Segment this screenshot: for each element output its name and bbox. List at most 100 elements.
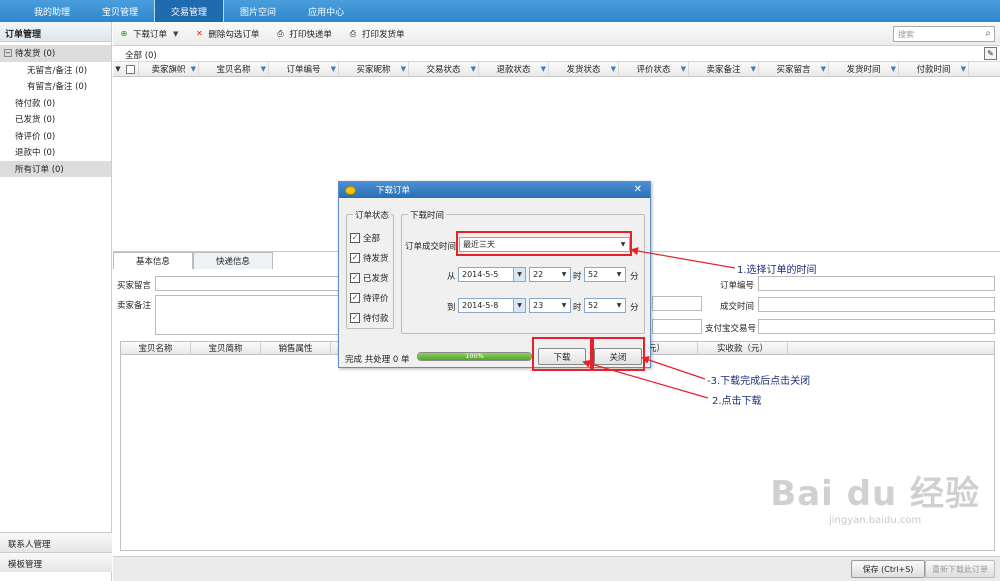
- col-ship-status[interactable]: 发货状态 ▼: [549, 62, 619, 76]
- edit-icon[interactable]: ✎: [984, 47, 997, 60]
- search-icon[interactable]: ⌕: [985, 28, 991, 39]
- filter-icon[interactable]: ▼: [611, 65, 616, 73]
- filter-icon[interactable]: ▼: [681, 65, 686, 73]
- tree-item-all-orders[interactable]: 所有订单 (0): [0, 160, 111, 177]
- watermark-url: jingyan.baidu.com: [828, 515, 922, 526]
- tree-item-shipped[interactable]: 已发货 (0): [0, 111, 111, 128]
- chevron-down-icon[interactable]: ▼: [513, 299, 525, 312]
- to-date-picker[interactable]: 2014-5-8 ▼: [458, 298, 526, 313]
- chevron-down-icon[interactable]: ▼: [173, 30, 178, 38]
- tree-item-pending-pay[interactable]: 待付款 (0): [0, 95, 111, 112]
- expand-col: ▼: [113, 62, 123, 76]
- nav-tab-assistant[interactable]: 我的助理: [18, 0, 86, 22]
- from-date-picker[interactable]: 2014-5-5 ▼: [458, 267, 526, 282]
- col-seller-note[interactable]: 卖家备注 ▼: [689, 62, 759, 76]
- tree-item-no-message[interactable]: 无留言/备注 (0): [0, 62, 111, 79]
- col-received[interactable]: 实收款（元）: [698, 342, 788, 354]
- chevron-down-icon[interactable]: ▼: [115, 65, 120, 73]
- highlight-time-select: [456, 231, 632, 256]
- filter-icon[interactable]: ▼: [891, 65, 896, 73]
- status-checkbox-all[interactable]: ✓ 全部: [350, 232, 380, 244]
- col-buyer-message[interactable]: 买家留言 ▼: [759, 62, 829, 76]
- contacts-manage-link[interactable]: 联系人管理: [0, 532, 112, 552]
- to-hour-select[interactable]: 23 ▼: [529, 298, 571, 313]
- col-product-name[interactable]: 宝贝名称: [121, 342, 191, 354]
- template-manage-link[interactable]: 模板管理: [0, 552, 112, 572]
- col-sales-attr[interactable]: 销售属性: [261, 342, 331, 354]
- field-box-partial-2[interactable]: [652, 319, 702, 334]
- status-checkbox-pending-review[interactable]: ✓ 待评价: [350, 292, 389, 304]
- checkbox-checked[interactable]: ✓: [350, 313, 360, 323]
- filter-icon[interactable]: ▼: [401, 65, 406, 73]
- filter-icon[interactable]: ▼: [261, 65, 266, 73]
- nav-tab-items[interactable]: 宝贝管理: [86, 0, 154, 22]
- from-hour-select[interactable]: 22 ▼: [529, 267, 571, 282]
- download-icon: ⊕: [120, 29, 128, 38]
- print-express-button[interactable]: ⎙ 打印快递单: [275, 28, 332, 40]
- chevron-down-icon[interactable]: ▼: [558, 299, 570, 312]
- col-seller-flag[interactable]: 卖家旗帜 ▼: [139, 62, 199, 76]
- col-paid[interactable]: 元）: [648, 342, 698, 354]
- col-review-status[interactable]: 评价状态 ▼: [619, 62, 689, 76]
- print-invoice-button[interactable]: ⎙ 打印发货单: [348, 28, 405, 40]
- chevron-down-icon[interactable]: ▼: [558, 268, 570, 281]
- filter-icon[interactable]: ▼: [821, 65, 826, 73]
- deal-time-field[interactable]: [758, 297, 995, 312]
- filter-icon[interactable]: ▼: [471, 65, 476, 73]
- hour-unit-label: 时: [573, 272, 582, 282]
- save-button[interactable]: 保存 (Ctrl+S): [851, 560, 925, 578]
- nav-tab-trade[interactable]: 交易管理: [154, 0, 225, 22]
- detail-tabs: 基本信息 快递信息: [113, 252, 273, 269]
- chevron-down-icon[interactable]: ▼: [513, 268, 525, 281]
- col-trade-status[interactable]: 交易状态 ▼: [409, 62, 479, 76]
- seller-note-field[interactable]: [155, 295, 341, 335]
- tree-item-has-message[interactable]: 有留言/备注 (0): [0, 78, 111, 95]
- buyer-message-field[interactable]: [155, 276, 341, 291]
- deal-time-label: 成交时间: [720, 302, 755, 312]
- col-buyer-nick[interactable]: 买家昵称 ▼: [339, 62, 409, 76]
- search-input[interactable]: 搜索 ⌕: [893, 26, 995, 42]
- tree-item-refunding[interactable]: 退款中 (0): [0, 144, 111, 161]
- nav-tab-apps[interactable]: 应用中心: [292, 0, 360, 22]
- tree-item-pending-review[interactable]: 待评价 (0): [0, 128, 111, 145]
- order-no-field[interactable]: [758, 276, 995, 291]
- chevron-down-icon[interactable]: ▼: [613, 299, 625, 312]
- col-order-no[interactable]: 订单编号 ▼: [269, 62, 339, 76]
- checkbox-checked[interactable]: ✓: [350, 273, 360, 283]
- tree-item-label: 有留言/备注 (0): [27, 82, 88, 93]
- watermark-logo: Bai du 经验: [770, 474, 980, 514]
- close-icon[interactable]: ✕: [634, 184, 642, 195]
- nav-tab-images[interactable]: 图片空间: [224, 0, 292, 22]
- redownload-button[interactable]: 重新下载此订单: [925, 560, 995, 578]
- filter-icon[interactable]: ▼: [331, 65, 336, 73]
- col-pay-time[interactable]: 付款时间 ▼: [899, 62, 969, 76]
- order-grid-header: ▼ 卖家旗帜 ▼ 宝贝名称 ▼ 订单编号 ▼ 买家昵称 ▼ 交易状态 ▼ 退款状态 ▼ 发货…: [113, 62, 1000, 77]
- to-minute-select[interactable]: 52 ▼: [584, 298, 626, 313]
- filter-icon[interactable]: ▼: [751, 65, 756, 73]
- status-checkbox-pending-pay[interactable]: ✓ 待付款: [350, 312, 389, 324]
- filter-icon[interactable]: ▼: [541, 65, 546, 73]
- field-box-partial[interactable]: [652, 296, 702, 311]
- download-orders-button[interactable]: ⊕ 下载订单 ▼: [119, 28, 179, 40]
- delete-selected-button[interactable]: ✕ 删除勾选订单: [194, 28, 259, 40]
- checkbox-checked[interactable]: ✓: [350, 253, 360, 263]
- col-product-short[interactable]: 宝贝简称: [191, 342, 261, 354]
- col-item-name[interactable]: 宝贝名称 ▼: [199, 62, 269, 76]
- status-checkbox-shipped[interactable]: ✓ 已发货: [350, 272, 389, 284]
- status-checkbox-pending-ship[interactable]: ✓ 待发货: [350, 252, 389, 264]
- select-all-checkbox[interactable]: [126, 64, 135, 74]
- from-minute-select[interactable]: 52 ▼: [584, 267, 626, 282]
- alipay-no-field[interactable]: [758, 319, 995, 334]
- col-ship-time[interactable]: 发货时间 ▼: [829, 62, 899, 76]
- tab-express-info[interactable]: 快递信息: [193, 252, 273, 269]
- app-logo-icon: [345, 185, 356, 195]
- collapse-icon[interactable]: −: [4, 49, 12, 58]
- tree-item-pending-ship[interactable]: − 待发货 (0): [0, 45, 111, 62]
- col-refund-status[interactable]: 退款状态 ▼: [479, 62, 549, 76]
- checkbox-checked[interactable]: ✓: [350, 233, 360, 243]
- checkbox-checked[interactable]: ✓: [350, 293, 360, 303]
- tab-basic-info[interactable]: 基本信息: [113, 252, 193, 269]
- filter-icon[interactable]: ▼: [191, 65, 196, 73]
- chevron-down-icon[interactable]: ▼: [613, 268, 625, 281]
- filter-icon[interactable]: ▼: [961, 65, 966, 73]
